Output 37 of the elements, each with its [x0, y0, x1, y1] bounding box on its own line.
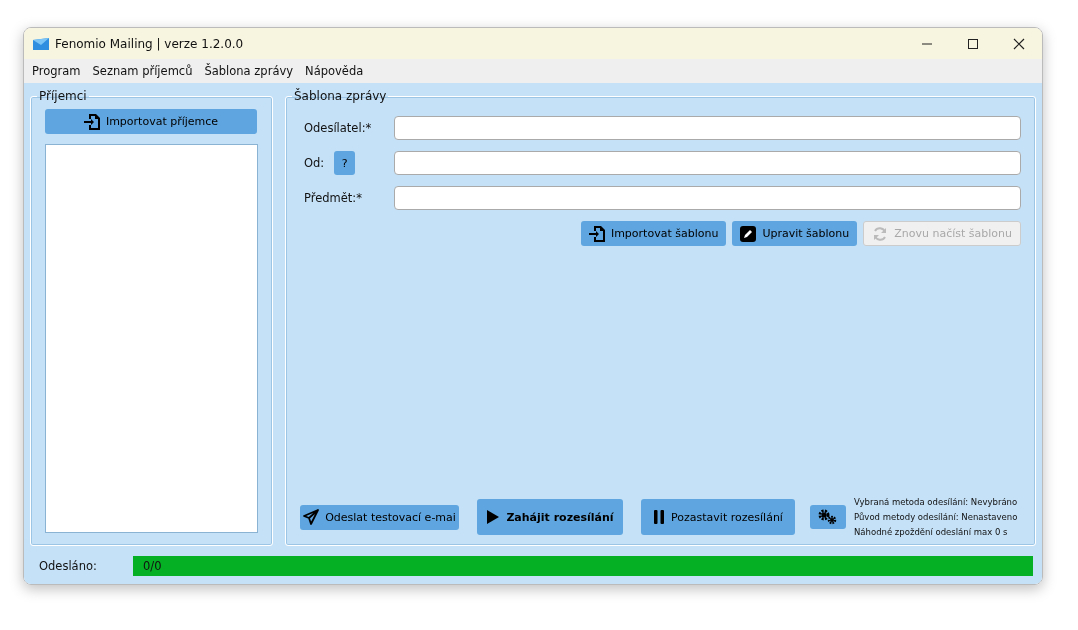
play-icon: [486, 509, 501, 525]
input-field[interactable]: [394, 116, 1021, 140]
menu-item[interactable]: Seznam příjemců: [86, 64, 199, 78]
status-label: Odesláno:: [38, 559, 98, 573]
info-text: Vybraná metoda odesílání: Nevybráno: [854, 497, 1018, 507]
menu-item[interactable]: Program: [26, 64, 87, 78]
settings-icon: [818, 509, 838, 525]
maximize-icon[interactable]: [967, 37, 979, 50]
group-title: Šablona zprávy: [293, 89, 388, 103]
field-label: Předmět:*: [304, 191, 362, 205]
file-import-icon: [588, 225, 605, 242]
input-field[interactable]: [394, 151, 1021, 175]
template-button[interactable]: Importovat šablonu: [580, 221, 727, 246]
action-button[interactable]: Odeslat testovací e-mai: [300, 504, 459, 530]
pause-icon: [653, 509, 666, 525]
paper-plane-icon: [303, 509, 320, 525]
field-label: Odesílatel:*: [304, 121, 372, 135]
envelope-icon: [33, 37, 49, 50]
pencil-icon: [740, 225, 757, 242]
group-title: Příjemci: [38, 89, 88, 103]
menu-item[interactable]: Šablona zprávy: [198, 64, 300, 78]
close-icon[interactable]: [1013, 37, 1025, 50]
template-button[interactable]: Upravit šablonu: [732, 221, 858, 246]
input-field[interactable]: [394, 186, 1021, 210]
window-title: Fenomio Mailing | verze 1.2.0.0: [55, 36, 244, 51]
refresh-icon: [872, 225, 889, 242]
action-button[interactable]: Zahájit rozesílání: [477, 499, 623, 535]
import-recipients-button[interactable]: Importovat příjemce: [45, 109, 257, 134]
menu-item[interactable]: Nápověda: [299, 64, 370, 78]
settings-button[interactable]: [810, 505, 846, 529]
action-button[interactable]: Pozastavit rozesílání: [641, 499, 795, 535]
field-label: Od:: [304, 156, 325, 170]
info-text: Původ metody odesílání: Nenastaveno: [854, 512, 1018, 522]
help-button[interactable]: ?: [334, 151, 356, 175]
file-import-icon: [83, 113, 100, 130]
info-text: Náhodné zpoždění odeslání max 0 s: [854, 527, 1009, 537]
progress-text: 0/0: [143, 559, 162, 573]
